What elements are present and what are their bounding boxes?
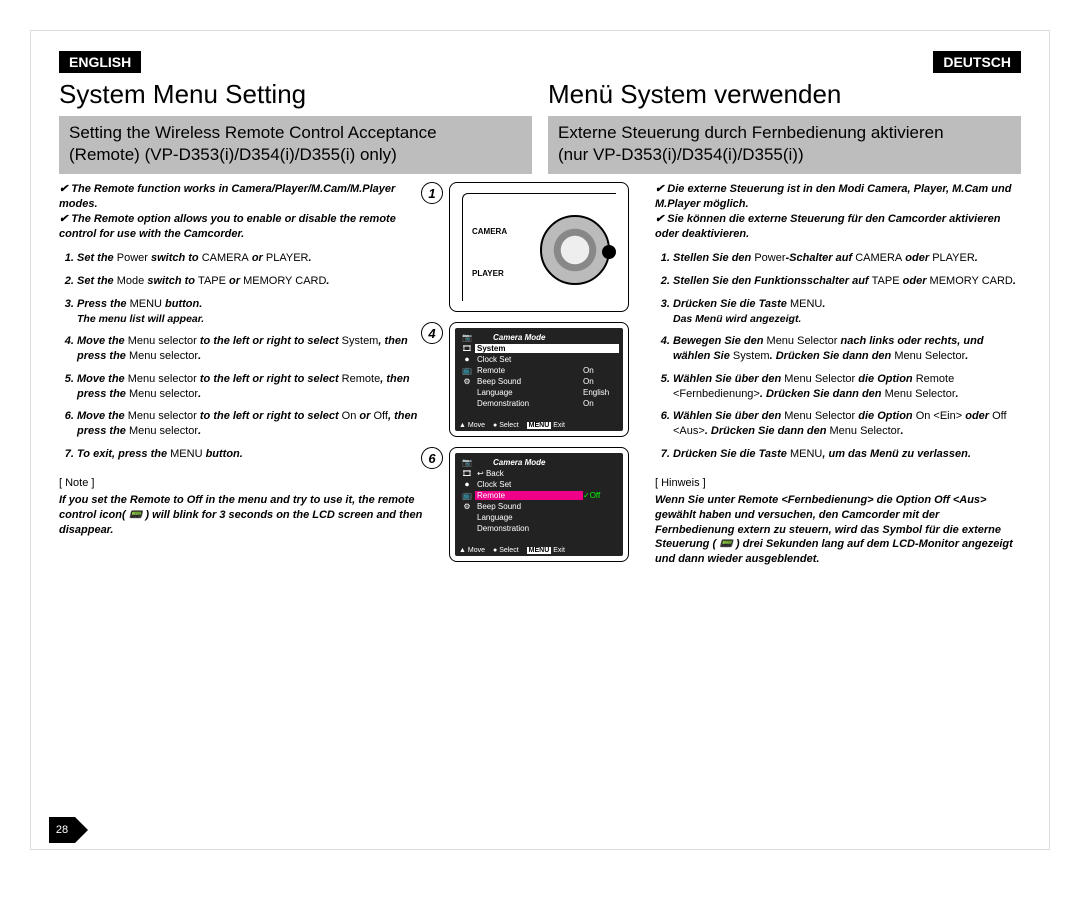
note-label-de: [ Hinweis ]: [655, 476, 1021, 491]
subtitle-de-l1: Externe Steuerung durch Fernbedienung ak…: [558, 122, 1011, 144]
menu-screen-4: 📷Camera Mode 🎞System ⏺Clock Set 📺RemoteO…: [449, 322, 629, 437]
header-row: ENGLISH System Menu Setting Setting the …: [59, 51, 1021, 174]
film-icon: 🎞: [459, 344, 475, 353]
menu4-footer: ▲ Move ● Select MENU Exit: [459, 422, 619, 429]
rec-icon: ⏺: [459, 480, 475, 490]
step-en-5: Move the Menu selector to the left or ri…: [77, 372, 429, 402]
diagram-6-wrap: 6 📷Camera Mode 🎞↩ Back ⏺Clock Set 📺Remot…: [449, 447, 629, 562]
camera-label: CAMERA: [472, 227, 507, 236]
subtitle-en-l1: Setting the Wireless Remote Control Acce…: [69, 122, 522, 144]
body-row: The Remote function works in Camera/Play…: [59, 182, 1021, 567]
power-dial-icon: [540, 215, 610, 285]
step-badge-6: 6: [421, 447, 443, 469]
menu6-remote-row: Remote: [475, 491, 583, 500]
manual-page: ENGLISH System Menu Setting Setting the …: [30, 30, 1050, 850]
subtitle-en: Setting the Wireless Remote Control Acce…: [59, 116, 532, 174]
menu6-title: Camera Mode: [493, 458, 545, 467]
menu-screen-4-inner: 📷Camera Mode 🎞System ⏺Clock Set 📺RemoteO…: [455, 328, 623, 431]
camera-icon: 📷: [459, 333, 475, 342]
step-en-3: Press the MENU button.The menu list will…: [77, 297, 429, 326]
menu4-system: System: [475, 344, 619, 353]
step-en-4: Move the Menu selector to the left or ri…: [77, 334, 429, 364]
lang-badge-en: ENGLISH: [59, 51, 141, 73]
step-de-2: Stellen Sie den Funktionsschalter auf TA…: [673, 274, 1021, 289]
lang-badge-de: DEUTSCH: [933, 51, 1021, 73]
step-de-1: Stellen Sie den Power-Schalter auf CAMER…: [673, 251, 1021, 266]
menu6-back: ↩ Back: [475, 469, 619, 478]
page-number: 28: [49, 817, 75, 843]
step-badge-4: 4: [421, 322, 443, 344]
intro-de: Die externe Steuerung ist in den Modi Ca…: [655, 182, 1021, 241]
step-de-6: Wählen Sie über den Menu Selector die Op…: [673, 409, 1021, 439]
gear-icon: ⚙: [459, 502, 475, 511]
col-de: DEUTSCH Menü System verwenden Externe St…: [548, 51, 1021, 174]
note-label-en: [ Note ]: [59, 476, 429, 491]
diagram-4-wrap: 4 📷Camera Mode 🎞System ⏺Clock Set 📺Remot…: [449, 322, 629, 437]
steps-de: Stellen Sie den Power-Schalter auf CAMER…: [673, 251, 1021, 462]
title-de: Menü System verwenden: [548, 79, 1021, 110]
subtitle-en-l2: (Remote) (VP-D353(i)/D354(i)/D355(i) onl…: [69, 144, 522, 166]
diagrams: 1 CAMERA PLAYER 4 📷Camera Mode 🎞System ⏺…: [439, 182, 639, 567]
step-de-3: Drücken Sie die Taste MENU.Das Menü wird…: [673, 297, 1021, 326]
menu-screen-6: 📷Camera Mode 🎞↩ Back ⏺Clock Set 📺Remote✓…: [449, 447, 629, 562]
english-body: The Remote function works in Camera/Play…: [59, 182, 429, 567]
player-label: PLAYER: [472, 269, 504, 278]
subtitle-de: Externe Steuerung durch Fernbedienung ak…: [548, 116, 1021, 174]
step-de-7: Drücken Sie die Taste MENU, um das Menü …: [673, 447, 1021, 462]
camera-dial-diagram: CAMERA PLAYER: [449, 182, 629, 312]
note-body-en: If you set the Remote to Off in the menu…: [59, 493, 429, 538]
step-de-5: Wählen Sie über den Menu Selector die Op…: [673, 372, 1021, 402]
intro-en: The Remote function works in Camera/Play…: [59, 182, 429, 241]
tv-icon: 📺: [459, 491, 475, 500]
intro-en-2: The Remote option allows you to enable o…: [59, 212, 429, 242]
film-icon: 🎞: [459, 469, 475, 478]
note-body-de: Wenn Sie unter Remote <Fernbedienung> di…: [655, 493, 1021, 567]
col-en: ENGLISH System Menu Setting Setting the …: [59, 51, 532, 174]
step-en-1: Set the Power switch to CAMERA or PLAYER…: [77, 251, 429, 266]
menu4-title: Camera Mode: [493, 333, 545, 342]
step-en-6: Move the Menu selector to the left or ri…: [77, 409, 429, 439]
step-en-2: Set the Mode switch to TAPE or MEMORY CA…: [77, 274, 429, 289]
subtitle-de-l2: (nur VP-D353(i)/D354(i)/D355(i)): [558, 144, 1011, 166]
title-en: System Menu Setting: [59, 79, 532, 110]
tv-icon: 📺: [459, 366, 475, 375]
step-de-4: Bewegen Sie den Menu Selector nach links…: [673, 334, 1021, 364]
intro-de-2: Sie können die externe Steuerung für den…: [655, 212, 1021, 242]
camera-icon: 📷: [459, 458, 475, 467]
gear-icon: ⚙: [459, 377, 475, 386]
step-en-7: To exit, press the MENU button.: [77, 447, 429, 462]
german-body: Die externe Steuerung ist in den Modi Ca…: [649, 182, 1021, 567]
rec-icon: ⏺: [459, 355, 475, 365]
intro-de-1: Die externe Steuerung ist in den Modi Ca…: [655, 182, 1021, 212]
menu-screen-6-inner: 📷Camera Mode 🎞↩ Back ⏺Clock Set 📺Remote✓…: [455, 453, 623, 556]
diagram-1-wrap: 1 CAMERA PLAYER: [449, 182, 629, 312]
steps-en: Set the Power switch to CAMERA or PLAYER…: [77, 251, 429, 462]
menu6-footer: ▲ Move ● Select MENU Exit: [459, 547, 619, 554]
step-badge-1: 1: [421, 182, 443, 204]
intro-en-1: The Remote function works in Camera/Play…: [59, 182, 429, 212]
